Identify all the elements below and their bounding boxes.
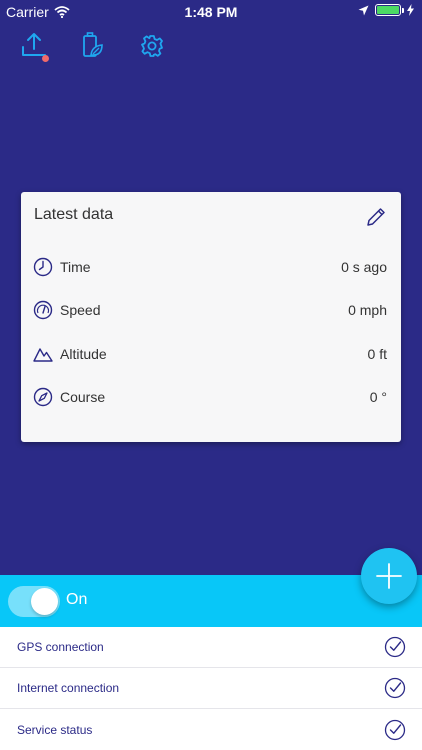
status-item-gps: GPS connection (0, 627, 422, 668)
pencil-icon (367, 208, 385, 226)
charging-bolt-icon (407, 4, 414, 16)
data-row-course: Course 0 ° (33, 385, 387, 409)
latest-data-card: Latest data Time 0 s ago Speed 0 mph Alt… (21, 192, 401, 442)
notification-dot (42, 55, 49, 62)
row-value: 0 ft (367, 346, 387, 362)
status-list: GPS connection Internet connection Servi… (0, 627, 422, 750)
row-value: 0 s ago (341, 259, 387, 275)
tracking-toggle-bar: On (0, 575, 422, 627)
plus-icon (376, 563, 402, 589)
settings-button[interactable] (137, 30, 167, 62)
check-circle-icon (384, 677, 406, 699)
data-row-speed: Speed 0 mph (33, 298, 387, 322)
status-item-service: Service status (0, 709, 422, 750)
toolbar (0, 30, 422, 64)
mountain-icon (33, 348, 53, 362)
edit-button[interactable] (365, 206, 387, 228)
status-label: Service status (17, 722, 93, 737)
status-item-internet: Internet connection (0, 668, 422, 709)
add-button[interactable] (361, 548, 417, 604)
data-row-time: Time 0 s ago (33, 255, 387, 279)
tracking-switch[interactable] (8, 586, 60, 617)
gear-icon (141, 35, 163, 57)
check-circle-icon (384, 636, 406, 658)
status-label: Internet connection (17, 681, 120, 695)
row-label: Altitude (60, 346, 107, 362)
battery-icon (375, 4, 404, 16)
battery-saver-button[interactable] (78, 30, 108, 62)
switch-knob (31, 588, 58, 615)
row-label: Course (60, 389, 106, 405)
card-title: Latest data (34, 206, 114, 223)
location-arrow-icon (358, 5, 369, 15)
status-label: GPS connection (17, 640, 104, 654)
row-label: Time (60, 259, 91, 275)
row-value: 0 ° (369, 389, 387, 405)
row-value: 0 mph (348, 302, 387, 318)
status-right (358, 4, 414, 16)
battery-leaf-icon (83, 32, 103, 57)
row-label: Speed (60, 302, 101, 318)
status-bar: Carrier 1:48 PM (0, 0, 422, 24)
check-circle-icon (384, 719, 406, 740)
speedometer-icon (33, 300, 53, 320)
toggle-label: On (66, 591, 88, 608)
data-row-altitude: Altitude 0 ft (33, 342, 387, 366)
compass-icon (33, 387, 53, 407)
clock-icon (33, 257, 53, 277)
